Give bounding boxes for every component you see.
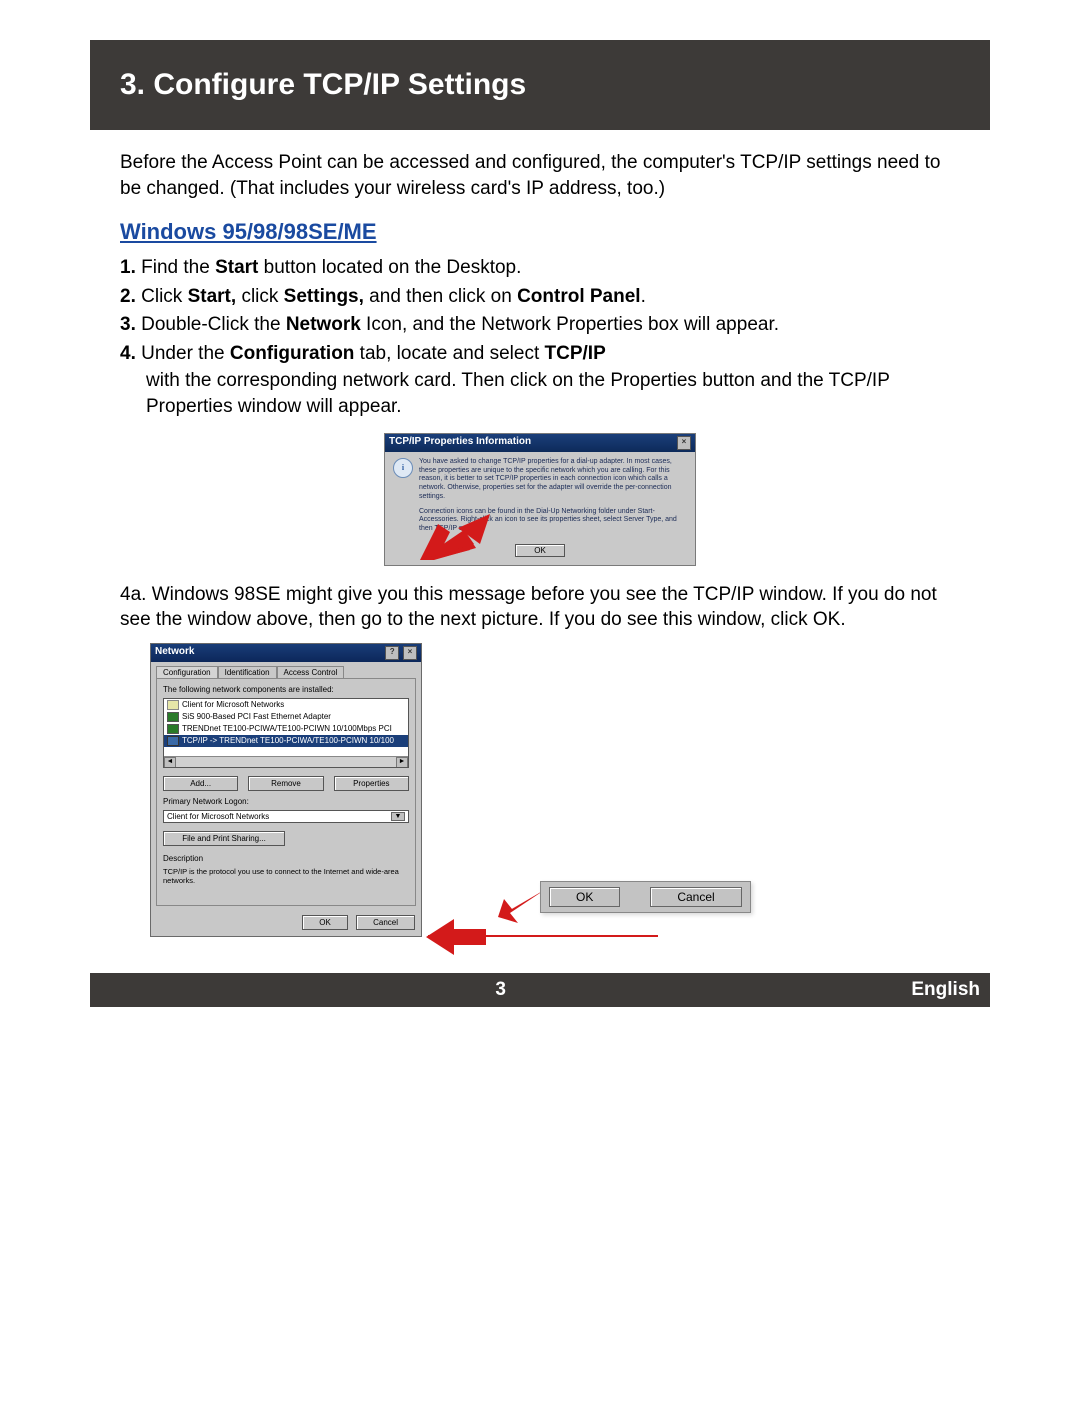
page-number: 3 [90,979,911,1001]
tab-configuration[interactable]: Configuration [156,666,218,678]
remove-button[interactable]: Remove [248,776,323,791]
arrow-icon [498,889,546,923]
components-list[interactable]: Client for Microsoft Networks SiS 900-Ba… [163,698,409,768]
page-language: English [911,979,990,1001]
figure-1: TCP/IP Properties Information × i You ha… [120,433,960,566]
chevron-down-icon[interactable]: ▼ [391,812,405,821]
section-title: 3. Configure TCP/IP Settings [110,68,990,102]
step-2: 2. Click Start, click Settings, and then… [120,284,960,311]
description-text: TCP/IP is the protocol you use to connec… [163,867,409,899]
cancel-button[interactable]: Cancel [356,915,415,930]
dialog-titlebar: Network ? × [151,644,421,662]
arrow-icon [426,919,486,955]
tab-row: Configuration Identification Access Cont… [151,662,421,678]
dialog-title: TCP/IP Properties Information [389,436,531,450]
step-4a: 4a. Windows 98SE might give you this mes… [120,582,960,633]
components-label: The following network components are ins… [163,685,409,694]
step-4: 4. Under the Configuration tab, locate a… [120,341,960,421]
intro-paragraph: Before the Access Point can be accessed … [120,150,960,201]
os-heading: Windows 95/98/98SE/ME [120,219,960,245]
protocol-icon [167,736,179,746]
add-button[interactable]: Add... [163,776,238,791]
close-icon[interactable]: × [403,646,417,660]
primary-logon-combo[interactable]: Client for Microsoft Networks ▼ [163,810,409,823]
figure-2: Network ? × Configuration Identification… [150,643,960,963]
file-print-sharing-button[interactable]: File and Print Sharing... [163,831,285,846]
adapter-icon [167,724,179,734]
ok-button[interactable]: OK [302,915,348,930]
network-dialog: Network ? × Configuration Identification… [150,643,422,937]
dialog-titlebar: TCP/IP Properties Information × [385,434,695,452]
callout-ok-cancel: OK Cancel [540,881,751,913]
tab-access-control[interactable]: Access Control [277,666,345,678]
scrollbar[interactable]: ◄► [164,756,408,767]
step-3: 3. Double-Click the Network Icon, and th… [120,312,960,339]
section-header: 3. Configure TCP/IP Settings [90,40,990,130]
dialog-title: Network [155,646,194,660]
page-footer: 3 English [90,973,990,1007]
arrow-icon [420,514,490,560]
close-icon[interactable]: × [677,436,691,450]
tab-identification[interactable]: Identification [218,666,277,678]
step-list: 1. Find the Start button located on the … [120,255,960,421]
step-1: 1. Find the Start button located on the … [120,255,960,282]
help-icon[interactable]: ? [385,646,399,660]
primary-logon-label: Primary Network Logon: [163,797,409,806]
properties-button[interactable]: Properties [334,776,409,791]
client-icon [167,700,179,710]
info-icon: i [393,458,413,478]
ok-button[interactable]: OK [515,544,565,557]
description-label: Description [163,854,409,863]
callout-cancel-button[interactable]: Cancel [650,887,741,907]
callout-ok-button[interactable]: OK [549,887,620,907]
adapter-icon [167,712,179,722]
